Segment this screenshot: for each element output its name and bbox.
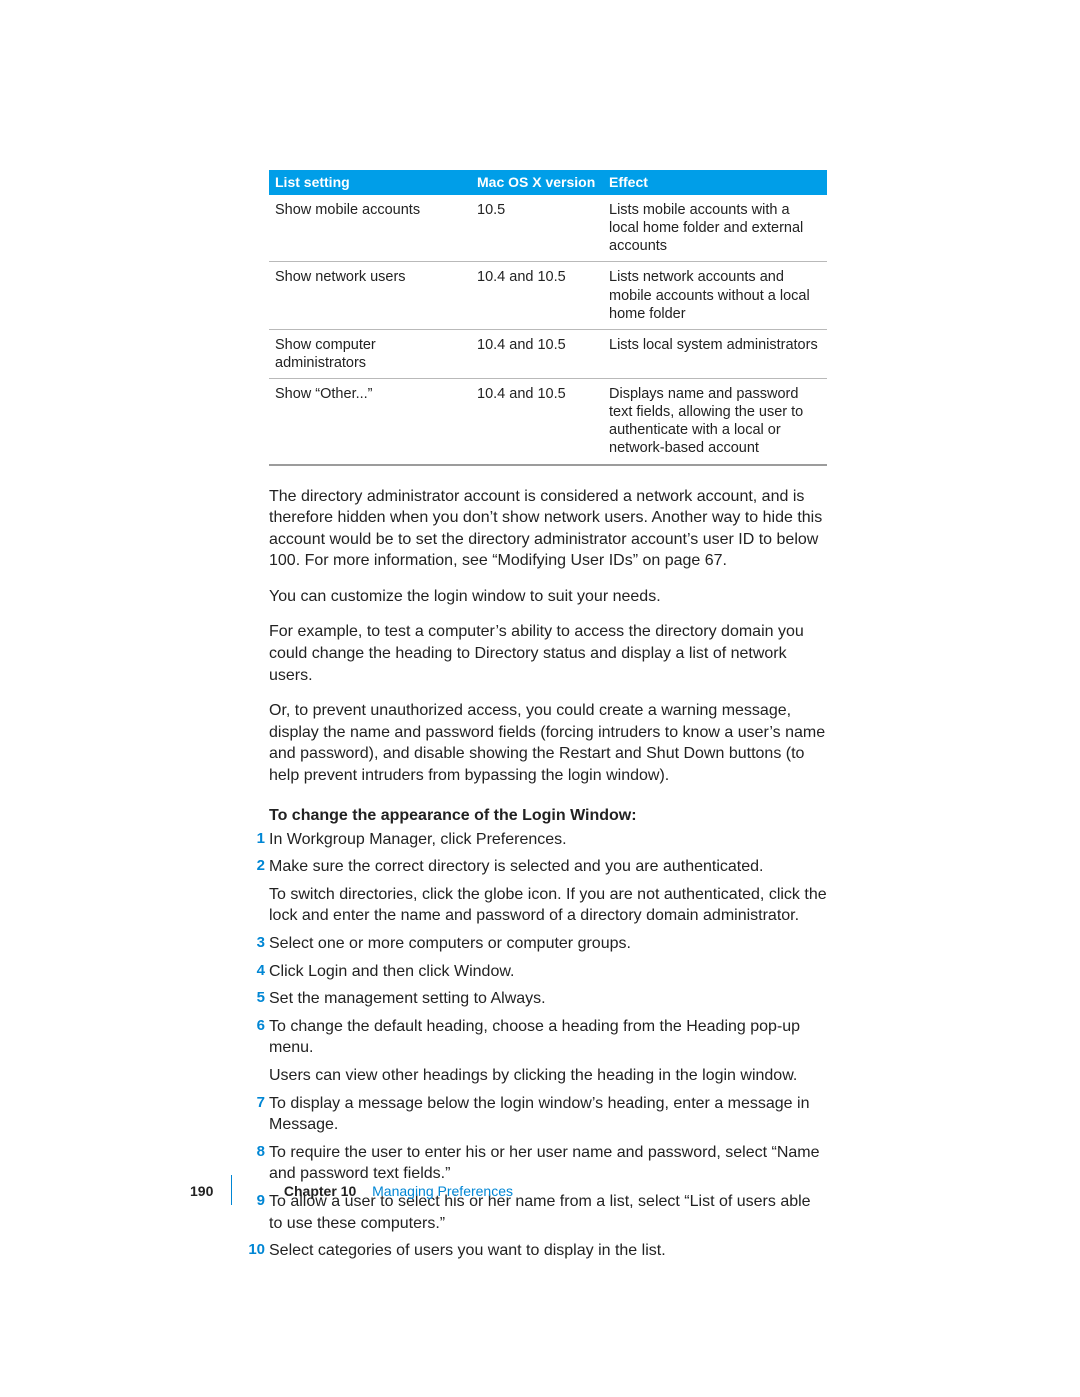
table-cell-setting: Show network users: [269, 262, 471, 329]
step-para: Select categories of users you want to d…: [269, 1240, 827, 1262]
footer-rule: [231, 1175, 232, 1205]
step-item: 5Set the management setting to Always.: [269, 988, 827, 1010]
step-number: 1: [245, 829, 265, 849]
body-para: You can customize the login window to su…: [269, 586, 827, 608]
table-cell-effect: Lists mobile accounts with a local home …: [603, 195, 827, 262]
body-para: For example, to test a computer’s abilit…: [269, 621, 827, 686]
step-para: Users can view other headings by clickin…: [269, 1065, 827, 1087]
page: List setting Mac OS X version Effect Sho…: [0, 0, 1080, 1397]
step-para: To require the user to enter his or her …: [269, 1142, 827, 1185]
table-cell-effect: Lists network accounts and mobile accoun…: [603, 262, 827, 329]
col-header-effect: Effect: [603, 170, 827, 195]
step-number: 3: [245, 933, 265, 953]
table-cell-setting: Show “Other...”: [269, 379, 471, 465]
table-cell-effect: Displays name and password text fields, …: [603, 379, 827, 465]
table-cell-version: 10.4 and 10.5: [471, 379, 603, 465]
step-number: 4: [245, 961, 265, 981]
chapter-label: Chapter 10: [284, 1183, 356, 1199]
page-number: 190: [190, 1183, 226, 1199]
step-number: 5: [245, 988, 265, 1008]
step-body: To require the user to enter his or her …: [269, 1142, 827, 1185]
step-item: 7To display a message below the login wi…: [269, 1093, 827, 1136]
step-body: Click Login and then click Window.: [269, 961, 827, 983]
step-item: 8To require the user to enter his or her…: [269, 1142, 827, 1185]
step-para: Set the management setting to Always.: [269, 988, 827, 1010]
step-item: 3Select one or more computers or compute…: [269, 933, 827, 955]
step-number: 6: [245, 1016, 265, 1036]
table-row: Show “Other...”10.4 and 10.5Displays nam…: [269, 379, 827, 465]
content-column: List setting Mac OS X version Effect Sho…: [269, 170, 827, 1268]
step-para: To switch directories, click the globe i…: [269, 884, 827, 927]
step-body: Set the management setting to Always.: [269, 988, 827, 1010]
step-number: 2: [245, 856, 265, 876]
body-para: Or, to prevent unauthorized access, you …: [269, 700, 827, 786]
table-row: Show mobile accounts10.5Lists mobile acc…: [269, 195, 827, 262]
step-para: To change the default heading, choose a …: [269, 1016, 827, 1059]
procedure-title: To change the appearance of the Login Wi…: [269, 807, 827, 825]
step-body: In Workgroup Manager, click Preferences.: [269, 829, 827, 851]
table-cell-setting: Show mobile accounts: [269, 195, 471, 262]
table-row: Show network users10.4 and 10.5Lists net…: [269, 262, 827, 329]
step-body: Select one or more computers or computer…: [269, 933, 827, 955]
step-item: 2Make sure the correct directory is sele…: [269, 856, 827, 927]
step-body: Make sure the correct directory is selec…: [269, 856, 827, 927]
step-number: 8: [245, 1142, 265, 1162]
step-para: To display a message below the login win…: [269, 1093, 827, 1136]
step-para: In Workgroup Manager, click Preferences.: [269, 829, 827, 851]
step-number: 7: [245, 1093, 265, 1113]
step-para: Click Login and then click Window.: [269, 961, 827, 983]
list-setting-table: List setting Mac OS X version Effect Sho…: [269, 170, 827, 466]
step-item: 4Click Login and then click Window.: [269, 961, 827, 983]
page-footer: 190 Chapter 10 Managing Preferences: [190, 1183, 513, 1199]
table-cell-setting: Show computer administrators: [269, 329, 471, 378]
table-cell-version: 10.4 and 10.5: [471, 329, 603, 378]
step-item: 1In Workgroup Manager, click Preferences…: [269, 829, 827, 851]
step-body: Select categories of users you want to d…: [269, 1240, 827, 1262]
step-para: Make sure the correct directory is selec…: [269, 856, 827, 878]
body-para: The directory administrator account is c…: [269, 486, 827, 572]
table-cell-version: 10.5: [471, 195, 603, 262]
step-item: 6To change the default heading, choose a…: [269, 1016, 827, 1087]
table-header-row: List setting Mac OS X version Effect: [269, 170, 827, 195]
table-body: Show mobile accounts10.5Lists mobile acc…: [269, 195, 827, 465]
chapter-title: Managing Preferences: [372, 1183, 513, 1199]
table-row: Show computer administrators10.4 and 10.…: [269, 329, 827, 378]
table-cell-effect: Lists local system administrators: [603, 329, 827, 378]
step-item: 10Select categories of users you want to…: [269, 1240, 827, 1262]
table-cell-version: 10.4 and 10.5: [471, 262, 603, 329]
step-number: 10: [245, 1240, 265, 1260]
body-text: The directory administrator account is c…: [269, 486, 827, 1262]
col-header-list-setting: List setting: [269, 170, 471, 195]
step-body: To change the default heading, choose a …: [269, 1016, 827, 1087]
step-para: Select one or more computers or computer…: [269, 933, 827, 955]
col-header-macosx-version: Mac OS X version: [471, 170, 603, 195]
step-body: To display a message below the login win…: [269, 1093, 827, 1136]
